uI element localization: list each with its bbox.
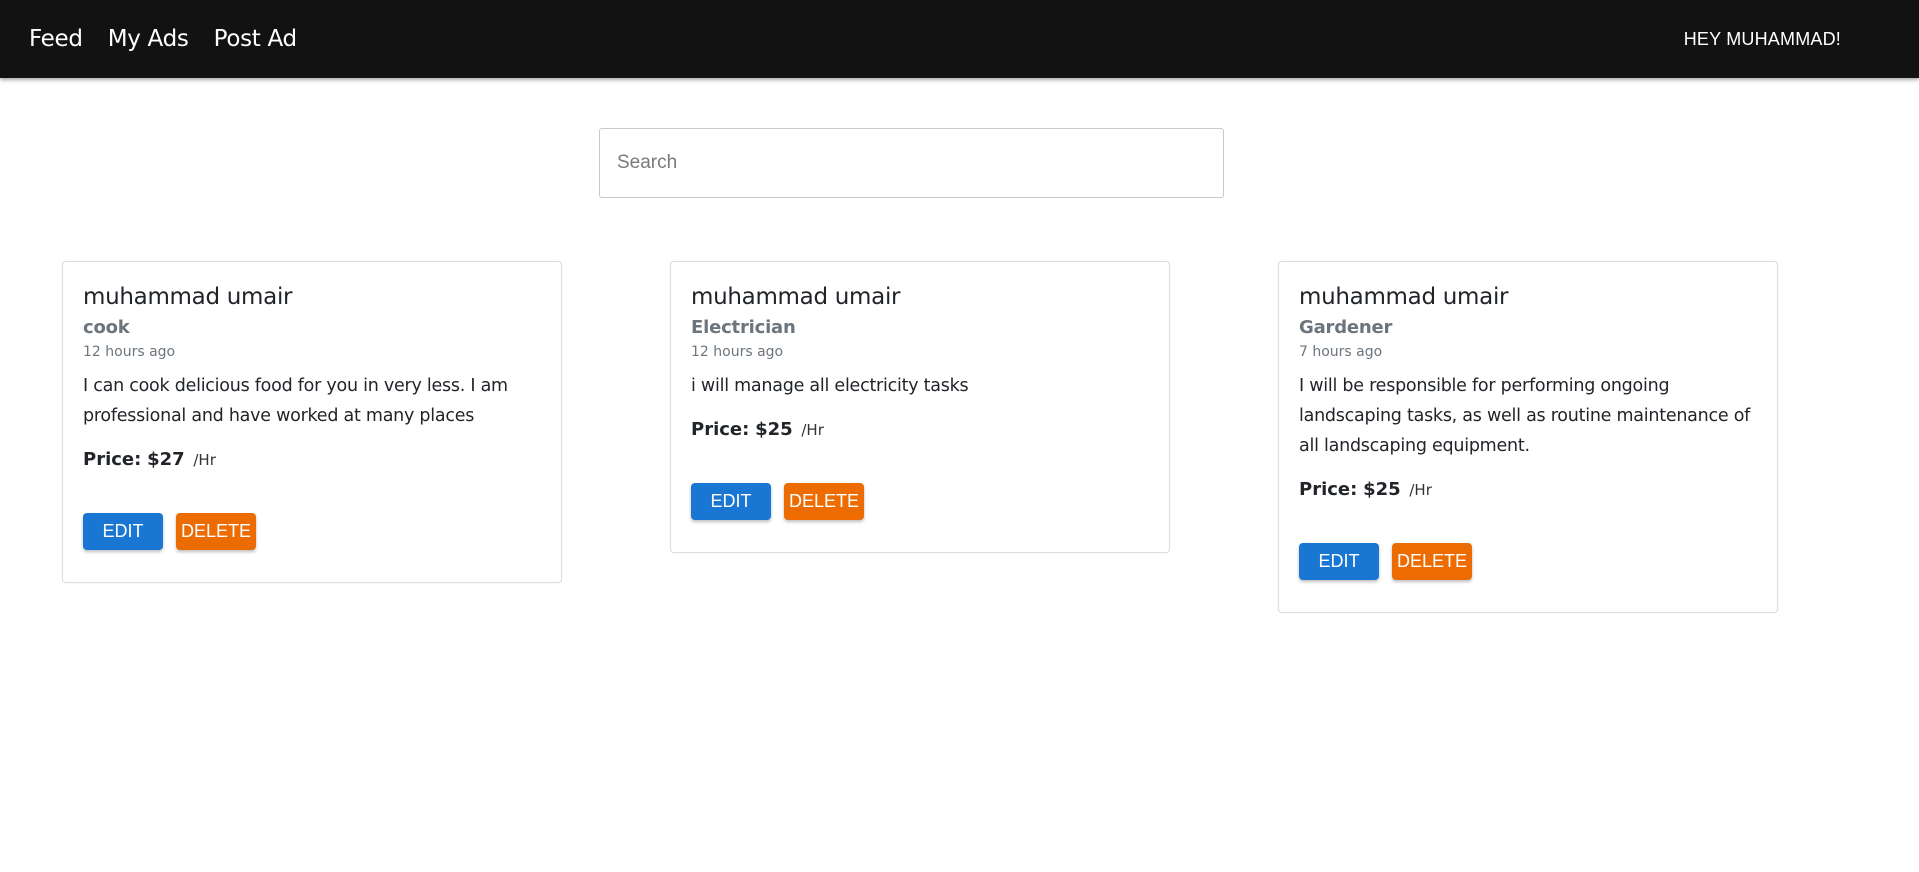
ad-posted-time: 12 hours ago: [83, 344, 176, 360]
delete-button[interactable]: DELETE: [176, 513, 256, 550]
price-label: Price:: [691, 419, 750, 440]
price-amount: $27: [147, 449, 185, 470]
price-amount: $25: [1363, 479, 1401, 500]
ad-actions: EDIT DELETE: [691, 483, 1149, 520]
top-navbar: Feed My Ads Post Ad HEY MUHAMMAD!: [0, 0, 1919, 78]
ad-posted-time: 7 hours ago: [1299, 344, 1383, 360]
ad-actions: EDIT DELETE: [1299, 543, 1757, 580]
ad-description: i will manage all electricity tasks: [691, 376, 969, 396]
ad-price: Price: $25 /Hr: [1299, 477, 1757, 503]
ad-posted-time: 12 hours ago: [691, 344, 784, 360]
nav-link-feed[interactable]: Feed: [29, 26, 83, 52]
ad-description: I will be responsible for performing ong…: [1299, 376, 1751, 456]
ad-card: muhammad umair Electrician 12 hours ago …: [670, 261, 1170, 553]
price-unit: /Hr: [801, 421, 824, 439]
price-unit: /Hr: [1409, 481, 1432, 499]
search-input[interactable]: [599, 128, 1224, 198]
ad-card: muhammad umair Gardener 7 hours ago I wi…: [1278, 261, 1778, 613]
ad-actions: EDIT DELETE: [83, 513, 541, 550]
edit-button[interactable]: EDIT: [1299, 543, 1379, 580]
edit-button[interactable]: EDIT: [83, 513, 163, 550]
price-label: Price:: [1299, 479, 1358, 500]
ad-description: I can cook delicious food for you in ver…: [83, 376, 508, 426]
ad-poster-name: muhammad umair: [691, 284, 901, 310]
ad-poster-name: muhammad umair: [83, 284, 293, 310]
price-amount: $25: [755, 419, 793, 440]
price-label: Price:: [83, 449, 142, 470]
user-greeting: HEY MUHAMMAD!: [1683, 28, 1841, 49]
price-unit: /Hr: [193, 451, 216, 469]
nav-links: Feed My Ads Post Ad: [29, 0, 297, 78]
ad-category: Electrician: [691, 317, 796, 338]
ad-category: Gardener: [1299, 317, 1393, 338]
ad-category: cook: [83, 317, 130, 338]
ad-card: muhammad umair cook 12 hours ago I can c…: [62, 261, 562, 583]
delete-button[interactable]: DELETE: [784, 483, 864, 520]
edit-button[interactable]: EDIT: [691, 483, 771, 520]
delete-button[interactable]: DELETE: [1392, 543, 1472, 580]
ad-price: Price: $25 /Hr: [691, 417, 1149, 443]
ad-price: Price: $27 /Hr: [83, 447, 541, 473]
nav-link-post-ad[interactable]: Post Ad: [214, 26, 298, 52]
ad-poster-name: muhammad umair: [1299, 284, 1509, 310]
nav-link-my-ads[interactable]: My Ads: [108, 26, 189, 52]
